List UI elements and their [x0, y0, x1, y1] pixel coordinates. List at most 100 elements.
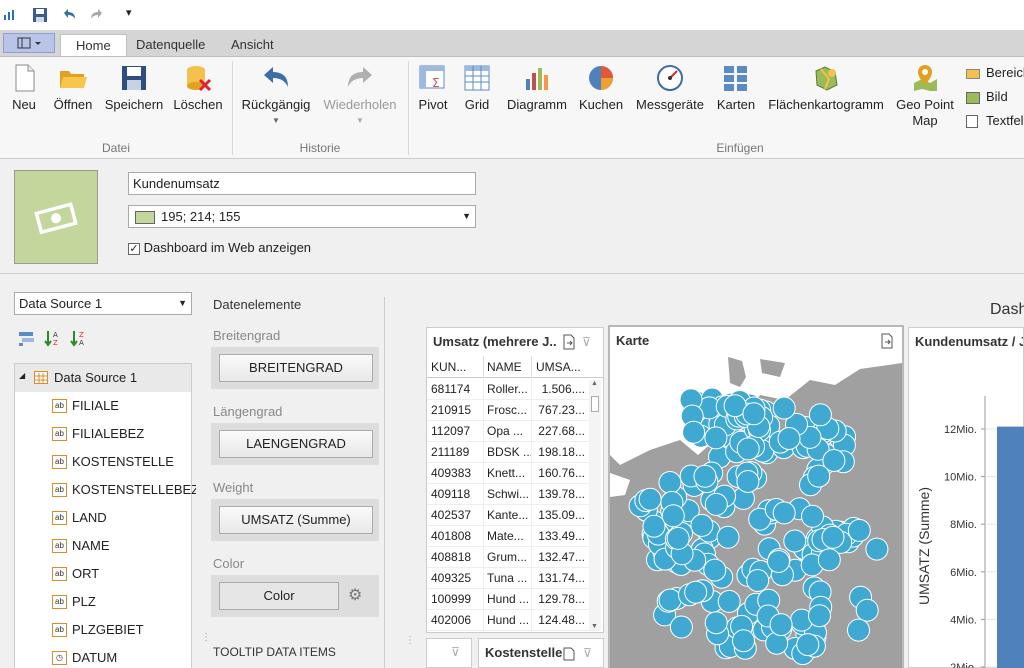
map-point[interactable] [801, 504, 824, 528]
table-row[interactable]: 211189 BDSK ... 198.18... [427, 442, 599, 463]
sort-ascending-icon[interactable]: AZ [44, 329, 64, 347]
quick-undo-icon[interactable] [60, 7, 78, 23]
map-point[interactable] [666, 526, 690, 550]
map-point[interactable] [821, 525, 845, 549]
map-point[interactable] [716, 525, 740, 549]
map-point[interactable] [767, 550, 790, 573]
map-point[interactable] [742, 402, 766, 426]
tab-home[interactable]: Home [60, 34, 127, 57]
scroll-down-icon[interactable]: ▼ [591, 623, 598, 630]
splitter-grip-icon[interactable]: ⋮ [405, 635, 415, 646]
map-point[interactable] [690, 513, 714, 537]
table-row[interactable]: 409383 Knett... 160.76... [427, 463, 599, 484]
quick-save-icon[interactable] [32, 7, 48, 23]
panel-scrollbar[interactable] [384, 297, 389, 668]
tree-field-item[interactable]: ◷ DATUM [52, 648, 117, 668]
map-point[interactable] [746, 569, 770, 592]
map-point[interactable] [704, 426, 728, 450]
map-point[interactable] [717, 589, 741, 613]
tree-field-item[interactable]: ab NAME [52, 536, 110, 556]
map-point[interactable] [736, 437, 760, 461]
grid-widget[interactable]: Umsatz (mehrere J... ⊽ KUN... NAME UMSA.… [426, 327, 604, 633]
gear-icon[interactable]: ⚙ [348, 587, 366, 605]
map-point[interactable] [772, 501, 796, 525]
chart-widget[interactable]: Kundenumsatz / J 12Mio. 10Mio. 8Mio. 6Mio. 4… [908, 327, 1024, 668]
table-row[interactable]: 409118 Schwi... 139.78... [427, 484, 599, 505]
map-point[interactable] [703, 558, 727, 582]
quick-redo-icon[interactable] [88, 7, 106, 23]
bar-chart[interactable]: 12Mio. 10Mio. 8Mio. 6Mio. 4Mio. 2Mio. UMSATZ (… [909, 356, 1024, 668]
weight-button[interactable]: UMSATZ (Summe) [219, 506, 373, 534]
filter-widget[interactable]: ⊽ [426, 638, 472, 668]
map-point[interactable] [808, 604, 831, 628]
title-input[interactable]: Kundenumsatz [128, 172, 476, 195]
map-point[interactable] [855, 598, 879, 622]
tree-field-item[interactable]: ab FILIALE [52, 396, 119, 416]
tree-field-item[interactable]: ab KOSTENSTELLE [52, 452, 174, 472]
map-point[interactable] [669, 615, 693, 639]
rueckgaengig-button[interactable]: Rückgängig ▼ [240, 63, 312, 129]
geo-point-map-button[interactable]: Geo Point Map [894, 63, 956, 129]
export-icon[interactable] [880, 333, 894, 349]
scroll-thumb[interactable] [591, 396, 599, 412]
dashboard-image[interactable] [14, 170, 98, 264]
clear-filter-icon[interactable]: ⊽ [583, 646, 592, 660]
quick-access-dropdown-icon[interactable]: ▾ [126, 6, 132, 19]
laengengrad-button[interactable]: LAENGENGRAD [219, 430, 373, 458]
kostenstelle-widget[interactable]: Kostenstelle ⊽ [478, 638, 604, 668]
tree-field-item[interactable]: ab KOSTENSTELLEBEZ [52, 480, 199, 500]
grid-col-header[interactable]: UMSA... [531, 356, 587, 378]
grid-scrollbar[interactable]: ▲ ▼ [589, 380, 601, 630]
expand-collapse-icon[interactable]: ◢ [19, 371, 25, 380]
map-point[interactable] [777, 427, 801, 450]
map-point[interactable] [638, 487, 662, 511]
undo-dropdown-icon[interactable]: ▼ [240, 113, 312, 129]
map-point[interactable] [796, 633, 820, 657]
color-button[interactable]: Color [219, 582, 339, 610]
tab-datenquelle[interactable]: Datenquelle [121, 34, 220, 57]
table-row[interactable]: 681174 Roller... 1.506.... [427, 379, 599, 400]
show-web-checkbox[interactable]: ✓ Dashboard im Web anzeigen [128, 240, 311, 255]
tree-field-item[interactable]: ab ORT [52, 564, 99, 584]
table-row[interactable]: 402537 Kante... 135.09... [427, 505, 599, 526]
map-point[interactable] [807, 464, 831, 488]
map-point[interactable] [682, 420, 706, 444]
grid-button[interactable]: Grid [460, 63, 494, 113]
table-row[interactable]: 408818 Grum... 132.47... [427, 547, 599, 568]
map-point[interactable] [658, 471, 682, 494]
table-row[interactable]: 100999 Hund ... 129.78... [427, 589, 599, 610]
table-row[interactable]: 402006 Hund ... 124.48... [427, 610, 599, 631]
map-point[interactable] [658, 588, 682, 612]
oeffnen-button[interactable]: Öffnen [50, 63, 96, 113]
grid-col-header[interactable]: KUN... [431, 356, 477, 378]
map-widget[interactable]: Karte [608, 325, 904, 668]
karten-button[interactable]: Karten [714, 63, 758, 113]
table-row[interactable]: 210915 Frosc... 767.23... [427, 400, 599, 421]
table-row[interactable]: 401808 Mate... 133.49... [427, 526, 599, 547]
map-point[interactable] [808, 403, 832, 427]
grid-col-header[interactable]: NAME [483, 356, 531, 378]
map-point[interactable] [693, 464, 717, 488]
sort-descending-icon[interactable]: ZA [70, 329, 90, 347]
loeschen-button[interactable]: Löschen [172, 63, 224, 113]
kuchen-button[interactable]: Kuchen [578, 63, 624, 113]
map-point[interactable] [769, 613, 793, 637]
splitter-grip-icon[interactable]: ⋮ [201, 632, 211, 643]
map-point[interactable] [783, 529, 807, 553]
color-select[interactable]: 195; 214; 155 ▼ [128, 205, 476, 228]
map-point[interactable] [847, 618, 870, 642]
neu-button[interactable]: Neu [6, 63, 42, 113]
export-icon[interactable] [563, 647, 575, 661]
textfeld-button[interactable]: Textfel [966, 113, 1024, 131]
map-point[interactable] [704, 611, 728, 635]
redo-dropdown-icon[interactable]: ▼ [320, 113, 400, 129]
clear-filter-icon[interactable]: ⊽ [451, 645, 460, 659]
pivot-button[interactable]: Σ Pivot [414, 63, 452, 113]
map-point[interactable] [642, 514, 666, 538]
tree-field-item[interactable]: ab PLZ [52, 592, 96, 612]
diagramm-button[interactable]: Diagramm [504, 63, 570, 113]
bild-button[interactable]: Bild [966, 89, 1024, 107]
tree-field-item[interactable]: ab FILIALEBEZ [52, 424, 144, 444]
map-point[interactable] [772, 396, 796, 420]
wiederholen-button[interactable]: Wiederholen ▼ [320, 63, 400, 129]
